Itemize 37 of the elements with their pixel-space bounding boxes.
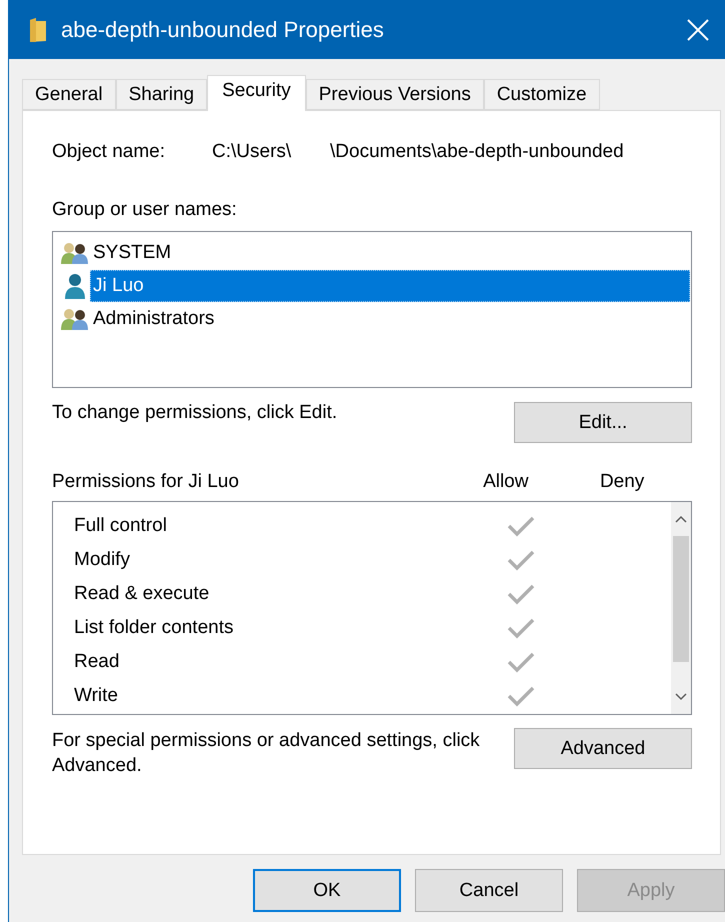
scroll-up-icon[interactable]	[675, 515, 687, 523]
object-name-label: Object name:	[52, 141, 166, 163]
scroll-down-icon[interactable]	[675, 693, 687, 701]
list-item[interactable]: SYSTEM	[90, 236, 690, 268]
column-header: Deny	[598, 471, 646, 493]
tab[interactable]: Customize	[484, 79, 600, 110]
permission-name: Write	[74, 685, 119, 707]
hint-text: For special permissions or advanced settings, click Advanced.	[52, 729, 481, 778]
edit-button[interactable]: Edit...	[514, 402, 692, 443]
list-item[interactable]: Ji Luo	[90, 270, 690, 302]
column-header: Allow	[482, 471, 530, 493]
permission-name: Modify	[74, 549, 131, 571]
permissions-label: Permissions for Ji Luo	[52, 471, 240, 493]
object-path: \Documents\abe-depth-unbounded	[330, 141, 624, 163]
tab[interactable]: Security	[207, 75, 306, 111]
folder-icon	[29, 16, 47, 42]
scrollbar[interactable]	[671, 502, 691, 714]
tab[interactable]: General	[22, 79, 116, 110]
dialog-button[interactable]: OK	[253, 869, 401, 912]
tab[interactable]: Sharing	[116, 79, 208, 110]
permission-name: Read & execute	[74, 583, 210, 605]
hint-text: To change permissions, click Edit.	[52, 402, 338, 424]
list-item[interactable]: Administrators	[90, 302, 690, 334]
users-icon	[60, 308, 90, 330]
window-title: abe-depth-unbounded Properties	[61, 16, 385, 42]
permission-name: List folder contents	[74, 617, 234, 639]
object-path: C:\Users\	[212, 141, 292, 163]
permission-name: Read	[74, 651, 120, 673]
user-icon	[64, 272, 86, 298]
permission-name: Full control	[74, 515, 168, 537]
tab[interactable]: Previous Versions	[306, 79, 484, 110]
group-list-label: Group or user names:	[52, 199, 238, 221]
close-icon[interactable]	[687, 18, 709, 40]
dialog-button[interactable]: Cancel	[415, 869, 563, 912]
advanced-button[interactable]: Advanced	[514, 728, 692, 769]
scroll-thumb[interactable]	[673, 536, 689, 662]
users-icon	[60, 242, 90, 264]
